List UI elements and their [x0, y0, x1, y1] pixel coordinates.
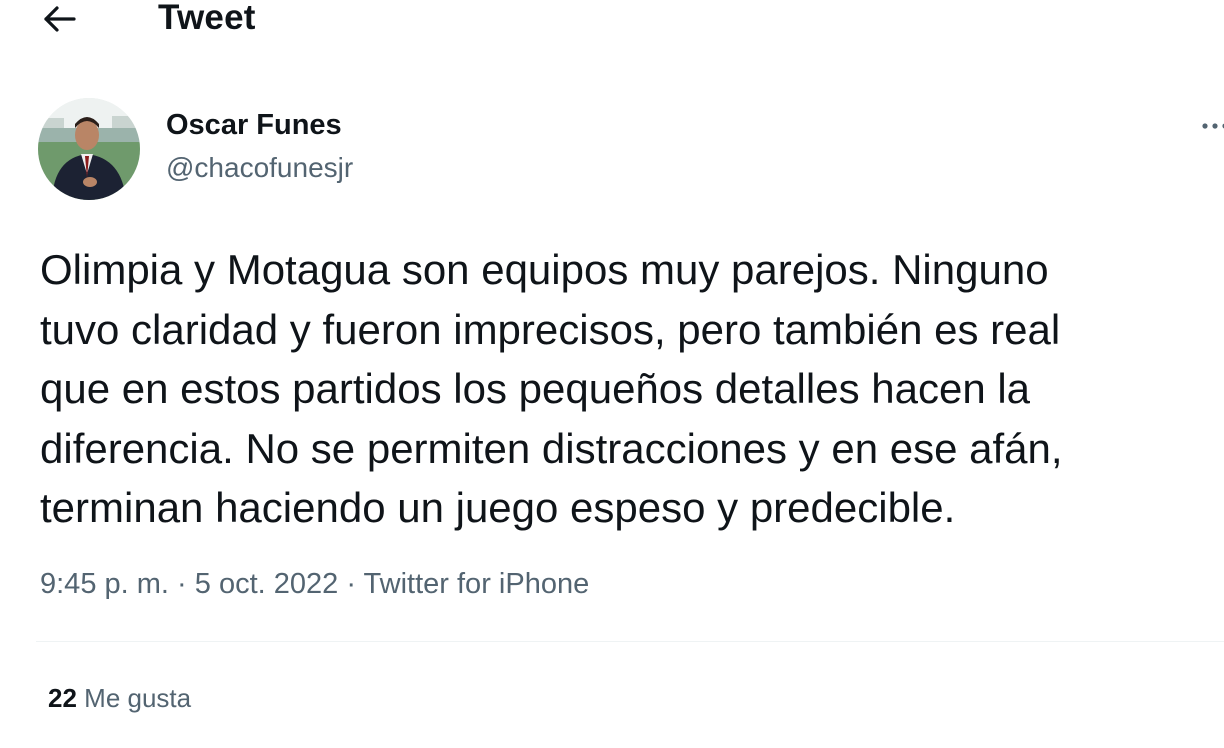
page-title: Tweet	[158, 0, 256, 37]
arrow-left-icon	[44, 6, 76, 32]
meta-separator: ·	[177, 568, 187, 600]
back-button[interactable]	[36, 0, 84, 38]
likes-link[interactable]: 22 Me gusta	[48, 682, 191, 714]
tweet-source[interactable]: Twitter for iPhone	[364, 568, 590, 600]
author-avatar[interactable]	[38, 98, 140, 200]
tweet-time[interactable]: 9:45 p. m.	[40, 568, 169, 600]
header-bar: Tweet	[0, 0, 1224, 40]
author-name[interactable]: Oscar Funes	[166, 108, 342, 142]
likes-count: 22	[48, 683, 77, 713]
divider	[36, 641, 1224, 642]
likes-label: Me gusta	[84, 683, 192, 713]
avatar-image	[38, 98, 140, 200]
more-options-button[interactable]	[1196, 112, 1224, 140]
author-handle[interactable]: @chacofunesjr	[166, 152, 353, 184]
tweet-metadata: 9:45 p. m. · 5 oct. 2022 · Twitter for i…	[40, 566, 589, 602]
tweet-text: Olimpia y Motagua son equipos muy parejo…	[40, 246, 1063, 531]
tweet-date[interactable]: 5 oct. 2022	[195, 568, 339, 600]
meta-separator: ·	[346, 568, 356, 600]
more-horizontal-icon	[1202, 123, 1224, 129]
